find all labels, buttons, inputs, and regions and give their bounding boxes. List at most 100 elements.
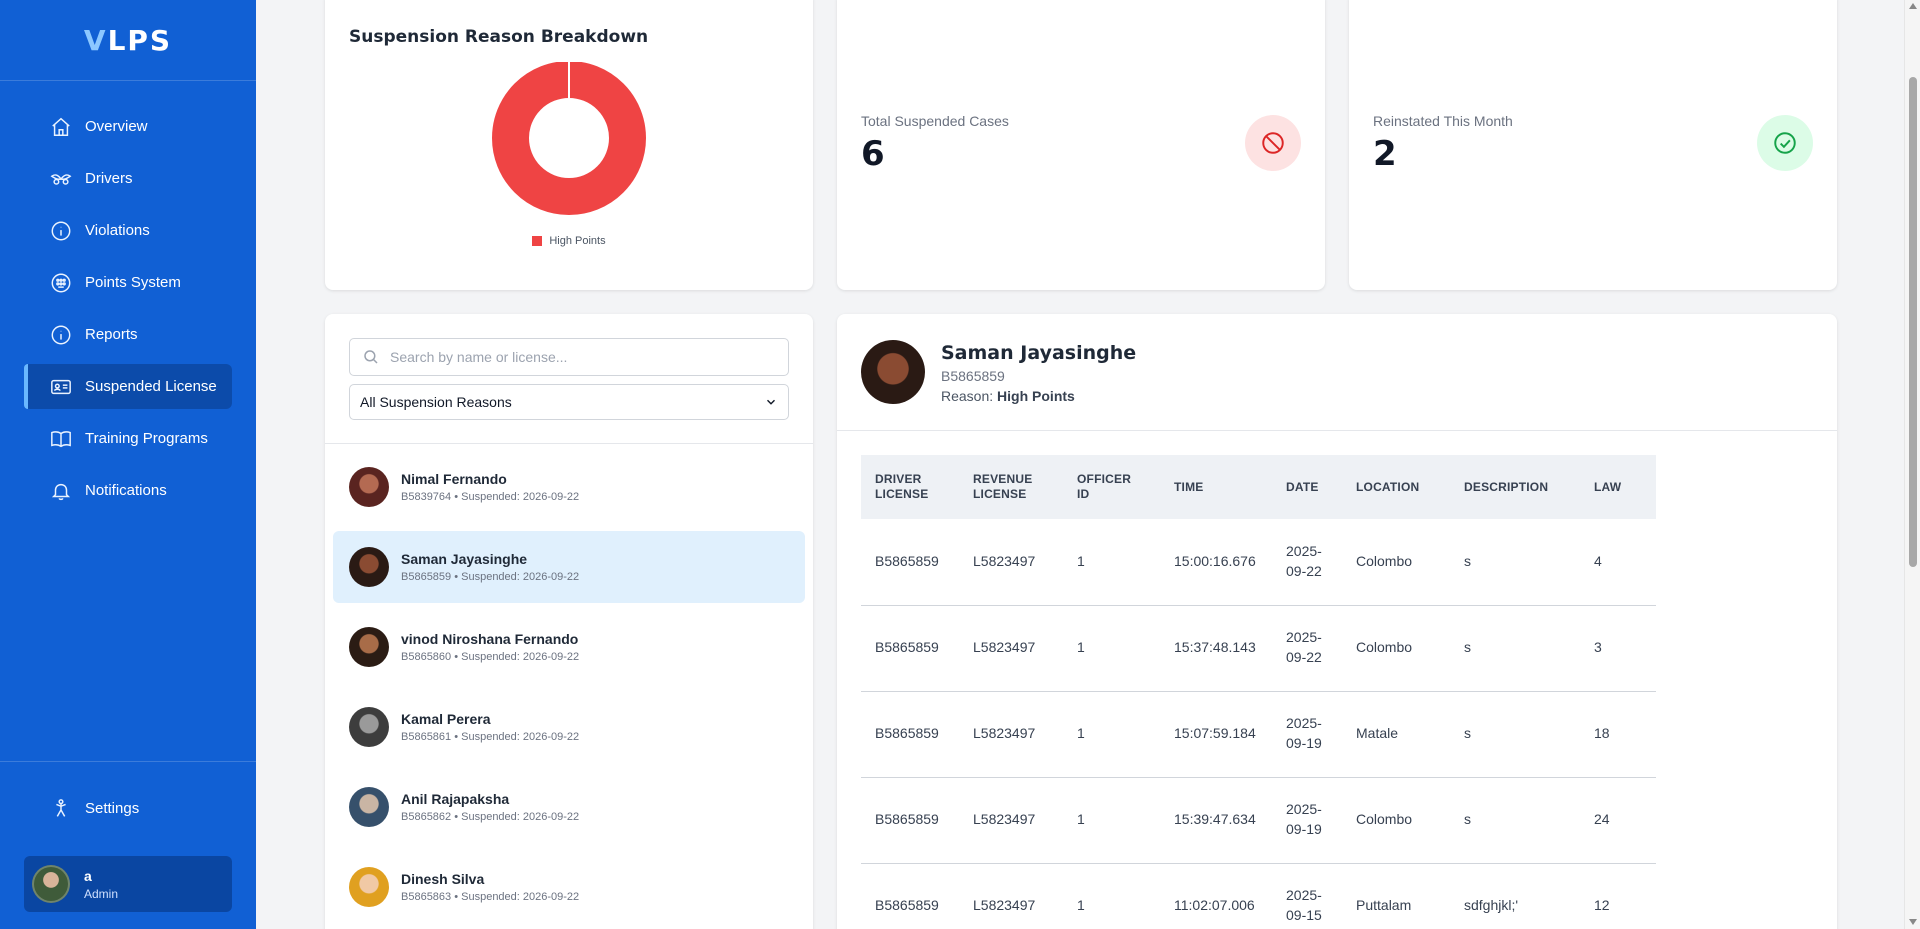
- reason-label: Reason:: [941, 388, 994, 404]
- bell-icon: [48, 480, 74, 502]
- cell-law: 18: [1580, 691, 1656, 778]
- info-icon: [48, 324, 74, 346]
- user-profile[interactable]: a Admin: [24, 856, 232, 912]
- cell-driver-license: B5865859: [861, 605, 959, 692]
- sidebar-item-reports[interactable]: Reports: [24, 312, 232, 357]
- sidebar-footer: Settings a Admin: [0, 761, 256, 929]
- chevron-down-icon: [767, 399, 775, 405]
- book-icon: [48, 428, 74, 450]
- search-box[interactable]: [349, 338, 789, 376]
- cell-date: 2025-09-22: [1272, 605, 1342, 692]
- suspension-reason: Reason: High Points: [941, 388, 1075, 404]
- driver-list-item[interactable]: Anil Rajapaksha B5865862 • Suspended: 202…: [333, 771, 805, 843]
- reinstated-card: Reinstated This Month 2: [1349, 0, 1837, 290]
- cell-location: Colombo: [1342, 777, 1450, 864]
- divider: [325, 443, 813, 444]
- cell-officer-id: 1: [1063, 863, 1160, 929]
- cell-date: 2025-09-22: [1272, 519, 1342, 606]
- cell-officer-id: 1: [1063, 777, 1160, 864]
- cell-law: 3: [1580, 605, 1656, 692]
- driver-meta: B5865859 • Suspended: 2026-09-22: [401, 571, 580, 583]
- table-row[interactable]: B5865859 L5823497 1 15:00:16.676 2025-09…: [861, 519, 1656, 606]
- cell-date: 2025-09-19: [1272, 691, 1342, 778]
- driver-list-item[interactable]: Nimal Fernando B5839764 • Suspended: 2026…: [333, 451, 805, 523]
- sidebar-item-settings[interactable]: Settings: [24, 786, 232, 831]
- sidebar-item-training-programs[interactable]: Training Programs: [24, 416, 232, 461]
- driver-list-item[interactable]: vinod Niroshana Fernando B5865860 • Suspe…: [333, 611, 805, 683]
- sidebar-item-label: Reports: [85, 326, 138, 343]
- sidebar-item-label: Suspended License: [85, 378, 217, 395]
- table-row[interactable]: B5865859 L5823497 1 15:39:47.634 2025-09…: [861, 777, 1656, 864]
- settings-icon: [48, 798, 74, 820]
- cell-revenue-license: L5823497: [959, 691, 1063, 778]
- legend-label: High Points: [549, 235, 606, 247]
- driver-meta: B5865862 • Suspended: 2026-09-22: [401, 811, 580, 823]
- cell-law: 4: [1580, 519, 1656, 606]
- total-suspended-card: Total Suspended Cases 6: [837, 0, 1325, 290]
- driver-name: Saman Jayasinghe: [401, 551, 528, 567]
- driver-meta: B5839764 • Suspended: 2026-09-22: [401, 491, 580, 503]
- id-card-icon: [48, 376, 74, 398]
- stat-label: Total Suspended Cases: [861, 113, 1009, 129]
- driver-detail-panel: Saman Jayasinghe B5865859 Reason: High P…: [837, 314, 1837, 929]
- sidebar-item-drivers[interactable]: Drivers: [24, 156, 232, 201]
- driver-list-item[interactable]: Kamal Perera B5865861 • Suspended: 2026-0…: [333, 691, 805, 763]
- cell-location: Matale: [1342, 691, 1450, 778]
- column-header: Officer ID: [1063, 455, 1160, 519]
- chart-title: Suspension Reason Breakdown: [349, 27, 649, 47]
- sidebar-item-label: Notifications: [85, 482, 167, 499]
- driver-list-item[interactable]: Saman Jayasinghe B5865859 • Suspended: 20…: [333, 531, 805, 603]
- table-header-row: Driver License Revenue License Officer I…: [861, 455, 1656, 519]
- sidebar-nav: Overview Drivers Violations Points Syste…: [0, 81, 256, 513]
- sidebar-item-points-system[interactable]: Points System: [24, 260, 232, 305]
- user-role: Admin: [84, 886, 119, 901]
- sidebar-item-suspended-license[interactable]: Suspended License: [24, 364, 232, 409]
- cell-location: Colombo: [1342, 519, 1450, 606]
- cell-driver-license: B5865859: [861, 777, 959, 864]
- table-row[interactable]: B5865859 L5823497 1 11:02:07.006 2025-09…: [861, 863, 1656, 929]
- cell-location: Puttalam: [1342, 863, 1450, 929]
- search-input[interactable]: [390, 349, 770, 365]
- scroll-thumb[interactable]: [1909, 77, 1917, 567]
- suspension-reason-select[interactable]: All Suspension Reasons: [349, 384, 789, 420]
- sidebar-item-label: Overview: [85, 118, 148, 135]
- cell-date: 2025-09-19: [1272, 777, 1342, 864]
- app-logo[interactable]: V LPS: [0, 0, 256, 81]
- cell-officer-id: 1: [1063, 691, 1160, 778]
- scroll-up-arrow[interactable]: [1909, 3, 1917, 9]
- avatar: [32, 865, 70, 903]
- cell-revenue-license: L5823497: [959, 863, 1063, 929]
- cell-time: 15:39:47.634: [1160, 777, 1272, 864]
- drivers-icon: [48, 168, 74, 190]
- page-scrollbar[interactable]: [1904, 0, 1920, 929]
- table-row[interactable]: B5865859 L5823497 1 15:37:48.143 2025-09…: [861, 605, 1656, 692]
- driver-meta: B5865863 • Suspended: 2026-09-22: [401, 891, 580, 903]
- driver-name: Nimal Fernando: [401, 471, 507, 487]
- driver-list: Nimal Fernando B5839764 • Suspended: 2026…: [333, 451, 805, 929]
- select-value: All Suspension Reasons: [360, 394, 512, 410]
- check-circle-icon: [1757, 115, 1813, 171]
- cell-time: 15:00:16.676: [1160, 519, 1272, 606]
- sidebar-item-violations[interactable]: Violations: [24, 208, 232, 253]
- driver-meta: B5865860 • Suspended: 2026-09-22: [401, 651, 580, 663]
- cell-revenue-license: L5823497: [959, 777, 1063, 864]
- column-header: Driver License: [861, 455, 959, 519]
- user-name: a: [84, 867, 92, 884]
- cell-description: s: [1450, 691, 1580, 778]
- cell-revenue-license: L5823497: [959, 519, 1063, 606]
- stat-label: Reinstated This Month: [1373, 113, 1513, 129]
- cell-driver-license: B5865859: [861, 519, 959, 606]
- sidebar-item-label: Training Programs: [85, 430, 208, 447]
- scroll-down-arrow[interactable]: [1909, 919, 1917, 925]
- cell-time: 15:07:59.184: [1160, 691, 1272, 778]
- info-icon: [48, 220, 74, 242]
- reason-value: High Points: [997, 388, 1075, 404]
- sidebar-item-notifications[interactable]: Notifications: [24, 468, 232, 513]
- cell-driver-license: B5865859: [861, 863, 959, 929]
- driver-list-item[interactable]: Dinesh Silva B5865863 • Suspended: 2026-0…: [333, 851, 805, 923]
- column-header: Time: [1160, 455, 1272, 519]
- table-row[interactable]: B5865859 L5823497 1 15:07:59.184 2025-09…: [861, 691, 1656, 778]
- logo-text: LPS: [107, 23, 173, 57]
- sidebar-item-overview[interactable]: Overview: [24, 104, 232, 149]
- cell-revenue-license: L5823497: [959, 605, 1063, 692]
